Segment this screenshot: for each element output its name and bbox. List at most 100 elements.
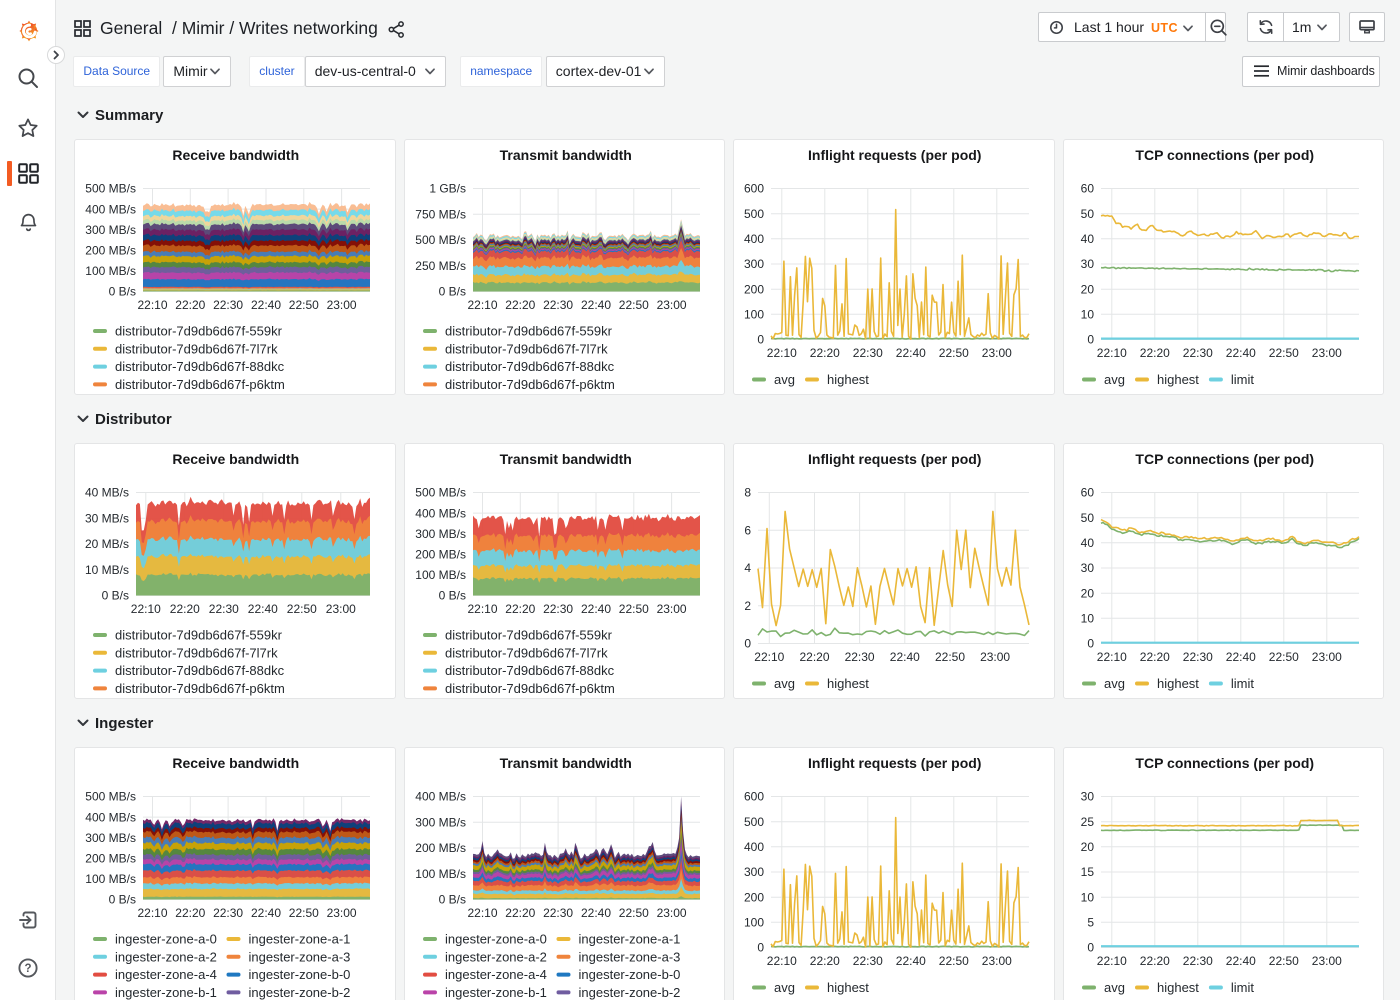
svg-text:25: 25 (1080, 815, 1094, 829)
svg-text:0 B/s: 0 B/s (109, 893, 136, 907)
svg-text:avg: avg (1104, 980, 1125, 995)
svg-text:23:00: 23:00 (1311, 954, 1341, 968)
svg-text:0: 0 (757, 332, 764, 346)
svg-text:22:30: 22:30 (543, 906, 573, 920)
svg-text:ingester-zone-a-2: ingester-zone-a-2 (445, 949, 547, 964)
svg-text:400 MB/s: 400 MB/s (85, 810, 136, 824)
svg-text:40: 40 (1080, 232, 1094, 246)
svg-text:23:00: 23:00 (327, 906, 357, 920)
svg-text:22:20: 22:20 (1139, 346, 1169, 360)
svg-text:22:20: 22:20 (1139, 650, 1169, 664)
svg-text:60: 60 (1080, 181, 1094, 195)
svg-text:limit: limit (1230, 372, 1253, 387)
svg-text:22:40: 22:40 (896, 954, 926, 968)
svg-text:500: 500 (744, 206, 764, 220)
svg-text:distributor-7d9db6d67f-88dkc: distributor-7d9db6d67f-88dkc (445, 359, 615, 374)
svg-text:Receive bandwidth: Receive bandwidth (172, 147, 299, 163)
svg-text:23:00: 23:00 (982, 346, 1012, 360)
svg-text:4: 4 (744, 561, 751, 575)
svg-text:400: 400 (744, 840, 764, 854)
svg-text:22:10: 22:10 (467, 298, 497, 312)
svg-text:TCP connections (per pod): TCP connections (per pod) (1135, 451, 1314, 467)
svg-text:500 MB/s: 500 MB/s (85, 181, 136, 195)
svg-text:22:50: 22:50 (289, 298, 319, 312)
svg-text:Transmit bandwidth: Transmit bandwidth (499, 755, 631, 771)
svg-text:distributor-7d9db6d67f-559kr: distributor-7d9db6d67f-559kr (115, 323, 283, 338)
svg-text:22:10: 22:10 (767, 346, 797, 360)
svg-text:ingester-zone-a-0: ingester-zone-a-0 (115, 932, 217, 947)
svg-text:23:00: 23:00 (982, 954, 1012, 968)
svg-text:22:30: 22:30 (213, 906, 243, 920)
svg-text:22:50: 22:50 (289, 906, 319, 920)
svg-text:ingester-zone-b-2: ingester-zone-b-2 (578, 985, 680, 1000)
svg-text:100 MB/s: 100 MB/s (415, 867, 466, 881)
svg-text:0 B/s: 0 B/s (102, 588, 129, 602)
svg-text:400 MB/s: 400 MB/s (415, 790, 466, 804)
svg-text:22:10: 22:10 (1096, 954, 1126, 968)
svg-text:2: 2 (744, 598, 751, 612)
svg-text:22:40: 22:40 (896, 346, 926, 360)
svg-text:400 MB/s: 400 MB/s (415, 506, 466, 520)
svg-text:40: 40 (1080, 536, 1094, 550)
svg-text:22:40: 22:40 (251, 906, 281, 920)
svg-text:23:00: 23:00 (1311, 650, 1341, 664)
svg-text:22:40: 22:40 (248, 602, 278, 616)
svg-text:22:30: 22:30 (853, 346, 883, 360)
svg-text:600: 600 (744, 181, 764, 195)
svg-text:23:00: 23:00 (656, 298, 686, 312)
svg-text:ingester-zone-a-3: ingester-zone-a-3 (578, 949, 680, 964)
svg-text:10: 10 (1080, 307, 1094, 321)
svg-text:avg: avg (1104, 372, 1125, 387)
svg-text:200 MB/s: 200 MB/s (415, 841, 466, 855)
svg-text:distributor-7d9db6d67f-559kr: distributor-7d9db6d67f-559kr (115, 627, 283, 642)
svg-text:600: 600 (744, 790, 764, 804)
svg-text:ingester-zone-b-1: ingester-zone-b-1 (445, 985, 547, 1000)
svg-text:Transmit bandwidth: Transmit bandwidth (499, 147, 631, 163)
svg-text:ingester-zone-a-1: ingester-zone-a-1 (578, 932, 680, 947)
svg-text:distributor-7d9db6d67f-88dkc: distributor-7d9db6d67f-88dkc (115, 663, 285, 678)
svg-text:1 GB/s: 1 GB/s (429, 181, 466, 195)
svg-text:ingester-zone-a-3: ingester-zone-a-3 (249, 949, 351, 964)
svg-text:ingester-zone-b-0: ingester-zone-b-0 (249, 967, 351, 982)
svg-text:50: 50 (1080, 206, 1094, 220)
svg-text:Inflight requests (per pod): Inflight requests (per pod) (808, 755, 981, 771)
svg-text:30 MB/s: 30 MB/s (85, 511, 129, 525)
svg-text:Inflight requests (per pod): Inflight requests (per pod) (808, 451, 981, 467)
svg-text:22:10: 22:10 (1096, 650, 1126, 664)
svg-text:distributor-7d9db6d67f-559kr: distributor-7d9db6d67f-559kr (445, 323, 613, 338)
svg-text:10 MB/s: 10 MB/s (85, 562, 129, 576)
svg-text:23:00: 23:00 (656, 906, 686, 920)
svg-text:22:40: 22:40 (1225, 346, 1255, 360)
svg-text:distributor-7d9db6d67f-p6ktm: distributor-7d9db6d67f-p6ktm (445, 376, 615, 391)
svg-text:Receive bandwidth: Receive bandwidth (172, 451, 299, 467)
svg-text:500 MB/s: 500 MB/s (85, 790, 136, 804)
svg-text:6: 6 (744, 523, 751, 537)
svg-text:500: 500 (744, 815, 764, 829)
svg-text:22:10: 22:10 (754, 650, 784, 664)
svg-text:50: 50 (1080, 510, 1094, 524)
svg-text:15: 15 (1080, 865, 1094, 879)
svg-text:22:50: 22:50 (1268, 650, 1298, 664)
svg-text:22:50: 22:50 (1268, 954, 1298, 968)
svg-text:8: 8 (744, 485, 751, 499)
svg-text:ingester-zone-a-2: ingester-zone-a-2 (115, 949, 217, 964)
svg-text:22:30: 22:30 (1182, 954, 1212, 968)
svg-text:ingester-zone-a-0: ingester-zone-a-0 (445, 932, 547, 947)
svg-text:22:10: 22:10 (131, 602, 161, 616)
svg-text:TCP connections (per pod): TCP connections (per pod) (1135, 755, 1314, 771)
svg-text:250 MB/s: 250 MB/s (415, 258, 466, 272)
svg-text:22:10: 22:10 (137, 906, 167, 920)
svg-text:30: 30 (1080, 790, 1094, 804)
svg-text:distributor-7d9db6d67f-p6ktm: distributor-7d9db6d67f-p6ktm (115, 376, 285, 391)
svg-text:22:40: 22:40 (580, 298, 610, 312)
svg-text:300: 300 (744, 865, 764, 879)
svg-text:100 MB/s: 100 MB/s (85, 264, 136, 278)
svg-text:22:50: 22:50 (618, 906, 648, 920)
svg-text:22:30: 22:30 (543, 602, 573, 616)
svg-text:distributor-7d9db6d67f-p6ktm: distributor-7d9db6d67f-p6ktm (115, 680, 285, 695)
svg-text:highest: highest (1157, 980, 1199, 995)
svg-text:500 MB/s: 500 MB/s (415, 485, 466, 499)
svg-text:23:00: 23:00 (980, 650, 1010, 664)
svg-text:22:20: 22:20 (505, 602, 535, 616)
svg-text:22:30: 22:30 (845, 650, 875, 664)
